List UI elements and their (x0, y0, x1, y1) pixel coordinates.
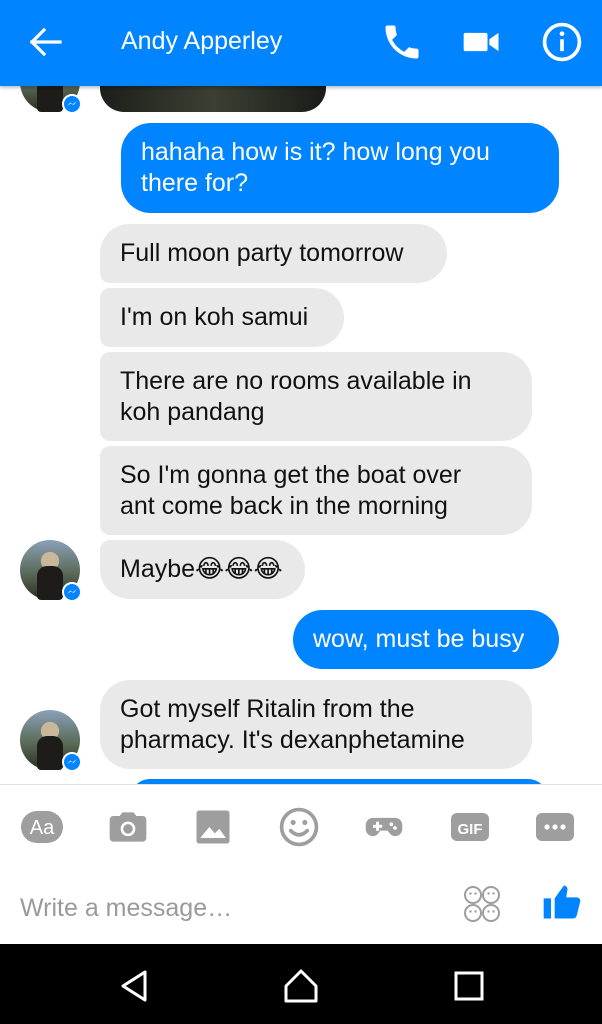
message-bubble-incoming[interactable]: Full moon party tomorrow (100, 224, 447, 283)
message-text: ant come back in the morning (120, 491, 448, 520)
message-bubble-outgoing[interactable]: hahaha how is it? how long you there for… (121, 123, 559, 213)
message-bubble-incoming[interactable]: Got myself Ritalin from the pharmacy. It… (100, 680, 532, 769)
message-composer: Aa GIF (0, 784, 602, 944)
messenger-badge-icon (62, 752, 82, 772)
contact-avatar[interactable] (20, 710, 82, 772)
message-text: Got myself Ritalin from the (120, 694, 415, 723)
messenger-badge-icon (62, 582, 82, 602)
contact-avatar[interactable] (20, 540, 82, 602)
stickers-icon[interactable] (462, 884, 502, 929)
message-text: So I'm gonna get the boat over (120, 460, 462, 489)
aa-label: Aa (30, 817, 55, 839)
contact-name[interactable]: Andy Apperley (121, 24, 282, 58)
more-icon[interactable] (533, 805, 577, 849)
conversation-header: Andy Apperley (0, 0, 602, 86)
gallery-icon[interactable] (191, 805, 235, 849)
back-icon[interactable] (115, 966, 155, 1006)
message-text: wow, must be busy (313, 625, 525, 653)
back-arrow-icon[interactable] (26, 24, 66, 60)
contact-avatar[interactable] (20, 86, 82, 114)
camera-icon[interactable] (106, 805, 150, 849)
info-icon[interactable] (540, 20, 584, 64)
thumbs-up-icon[interactable] (540, 880, 584, 924)
message-text: koh pandang (120, 397, 265, 426)
messenger-badge-icon (62, 94, 82, 114)
message-text: pharmacy. It's dexanphetamine (120, 725, 465, 754)
video-camera-icon[interactable] (460, 20, 504, 64)
text-format-icon[interactable]: Aa (20, 805, 64, 849)
emoji-icon[interactable] (277, 805, 321, 849)
message-input[interactable] (20, 888, 440, 928)
message-thread[interactable]: hahaha how is it? how long you there for… (0, 86, 602, 784)
message-text: Maybe😂😂😂 (120, 555, 283, 583)
message-text: there for? (141, 169, 249, 197)
gif-icon[interactable]: GIF (448, 805, 492, 849)
message-text: hahaha how is it? how long you (141, 138, 490, 166)
home-icon[interactable] (281, 966, 321, 1006)
message-text: There are no rooms available in (120, 366, 472, 395)
phone-icon[interactable] (380, 20, 424, 64)
message-bubble-incoming[interactable]: I'm on koh samui (100, 288, 344, 347)
system-navigation-bar (0, 944, 602, 1024)
message-bubble-incoming[interactable]: Maybe😂😂😂 (100, 540, 305, 599)
message-bubble-incoming[interactable]: So I'm gonna get the boat over ant come … (100, 446, 532, 535)
recents-icon[interactable] (449, 966, 489, 1006)
message-bubble-outgoing[interactable]: wow, must be busy (293, 610, 559, 669)
message-text: I'm on koh samui (120, 303, 309, 331)
gif-label: GIF (458, 821, 483, 838)
message-bubble-incoming[interactable]: There are no rooms available in koh pand… (100, 352, 532, 441)
shared-photo[interactable] (100, 86, 326, 112)
message-text: Full moon party tomorrow (120, 239, 404, 267)
game-icon[interactable] (362, 805, 406, 849)
